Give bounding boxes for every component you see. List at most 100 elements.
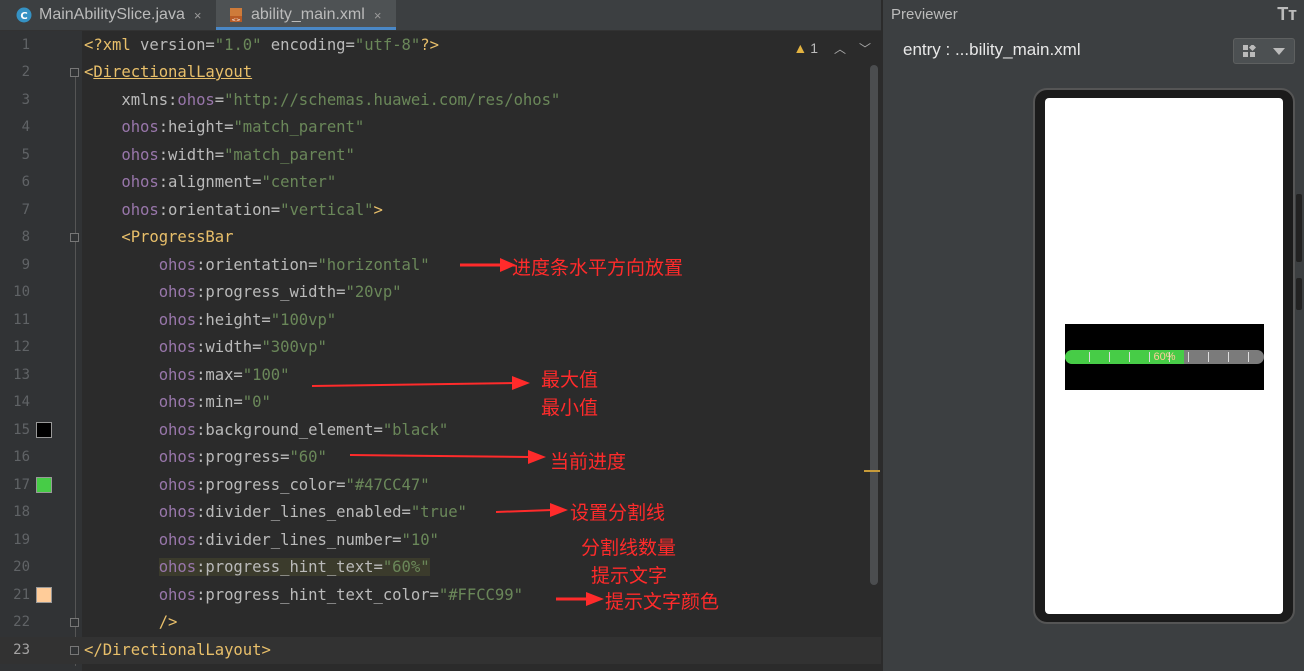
code-line[interactable]: 21 ohos:progress_hint_text_color="#FFCC9… [0,582,881,610]
code-line[interactable]: 6 ohos:alignment="center" [0,169,881,197]
code-token: :background_element= [196,420,383,439]
code-token: "100" [242,365,290,384]
code-line[interactable]: 1 <?xml version="1.0" encoding="utf-8"?> [0,32,881,60]
code-token: DirectionalLayout [93,63,253,81]
code-token: :divider_lines_enabled= [196,503,411,521]
code-token: encoding [261,35,346,54]
editor-tab-bar: C MainAbilitySlice.java × <> ability_mai… [0,0,881,31]
font-size-icon[interactable]: Tт [1277,4,1297,25]
code-token: < [84,63,94,81]
fold-marker-icon[interactable] [70,645,79,655]
code-text: xmlns:ohos="http://schemas.huawei.com/re… [84,87,560,115]
phone-screen: 60% [1045,98,1283,614]
code-line[interactable]: 8 <ProgressBar [0,224,881,252]
vertical-scrollbar[interactable] [870,65,878,585]
code-text: ohos:background_element="black" [84,417,449,445]
code-text: <?xml version="1.0" encoding="utf-8"?> [84,32,439,60]
code-line[interactable]: 18 ohos:divider_lines_enabled="true" [0,499,881,527]
code-token: ?> [420,35,439,54]
code-text: ohos:divider_lines_enabled="true" [84,499,467,527]
color-swatch-icon[interactable] [36,587,52,603]
code-token: :alignment= [158,173,262,191]
code-token: = [214,90,225,109]
line-number: 11 [13,311,30,328]
line-number: 12 [13,339,30,355]
code-token: :width= [196,338,262,356]
tab-ability-main-xml[interactable]: <> ability_main.xml × [216,0,396,30]
code-token: "1.0" [214,35,262,54]
code-token: xmlns [84,90,169,109]
close-icon[interactable]: × [374,8,382,23]
chevron-down-icon[interactable]: ﹀ [859,40,871,57]
code-token: ohos [84,530,197,549]
fold-marker-icon[interactable] [70,233,79,242]
code-token: ohos [84,173,159,191]
code-token: > [373,200,383,219]
fold-marker-icon[interactable] [70,68,79,77]
code-token: "#47CC47" [345,475,430,494]
code-token: "http://schemas.huawei.com/res/ohos" [224,90,561,109]
code-token: :width= [158,145,225,164]
code-token: "100vp" [270,310,337,329]
line-number: 1 [21,36,30,53]
tab-main-ability-slice[interactable]: C MainAbilitySlice.java × [0,0,215,30]
code-token: "20vp" [345,283,402,301]
code-text: ohos:progress_width="20vp" [84,279,402,307]
warning-count: 1 [810,40,818,56]
code-line[interactable]: 5 ohos:width="match_parent" [0,142,881,170]
code-line[interactable]: 17 ohos:progress_color="#47CC47" [0,472,881,500]
code-token: ohos [84,255,197,274]
phone-frame: 60% [1033,88,1295,624]
line-number: 17 [13,476,30,493]
code-token: = [345,35,355,54]
warning-indicator[interactable]: ▲ 1 [793,40,818,56]
color-swatch-icon[interactable] [36,422,52,438]
code-token: "horizontal" [317,255,430,274]
code-text: ohos:progress="60" [84,444,327,472]
code-token: :progress_hint_text= [196,558,383,576]
line-number: 15 [13,421,30,438]
code-editor[interactable]: 1 <?xml version="1.0" encoding="utf-8"?> 2… [0,31,881,671]
java-class-icon: C [16,7,32,23]
code-text: <DirectionalLayout [84,59,252,87]
code-token: ohos [84,448,197,466]
device-select-button[interactable] [1233,38,1295,64]
chevron-up-icon[interactable]: ︿ [834,40,846,57]
close-icon[interactable]: × [194,8,202,23]
code-line[interactable]: 7 ohos:orientation="vertical"> [0,197,881,225]
code-line[interactable]: 20 ohos:progress_hint_text="60%" [0,554,881,582]
annotation-arrow-progress [350,450,546,464]
code-token: ohos [177,90,215,109]
code-line[interactable]: 2 <DirectionalLayout [0,59,881,87]
fold-marker-icon[interactable] [70,618,79,627]
code-text: ohos:min="0" [84,389,271,417]
code-line[interactable]: 10 ohos:progress_width="20vp" [0,279,881,307]
code-line[interactable]: 4 ohos:height="match_parent" [0,114,881,142]
code-line[interactable]: 23 </DirectionalLayout> [0,636,881,664]
code-line[interactable]: 19 ohos:divider_lines_number="10" [0,527,881,555]
code-token: :min= [196,393,243,411]
preview-file-label: entry : ...bility_main.xml [903,40,1081,59]
code-token: ohos [84,338,197,356]
code-token: :height= [196,310,271,329]
code-text: ohos:height="100vp" [84,307,337,335]
annotation-max: 最大值 [541,370,599,391]
code-line[interactable]: 14 ohos:min="0" [0,389,881,417]
code-text: <ProgressBar [84,224,233,252]
line-number: 19 [13,531,30,548]
code-line[interactable]: 15 ohos:background_element="black" [0,417,881,445]
code-token: DirectionalLayout [102,640,262,659]
code-line[interactable]: 11 ohos:height="100vp" [0,307,881,335]
grid-icon [1243,45,1256,57]
code-text: ohos:orientation="horizontal" [84,252,430,280]
code-line[interactable]: 3 xmlns:ohos="http://schemas.huawei.com/… [0,87,881,115]
code-token: ohos [84,145,159,164]
code-line[interactable]: 9 ohos:orientation="horizontal" [0,252,881,280]
color-swatch-icon[interactable] [36,477,52,493]
code-line[interactable]: 22 /> [0,609,881,637]
annotation-hint-text: 提示文字 [591,566,668,587]
code-token: : [168,90,178,109]
code-line[interactable]: 12 ohos:width="300vp" [0,334,881,362]
chevron-down-icon [1273,48,1285,55]
